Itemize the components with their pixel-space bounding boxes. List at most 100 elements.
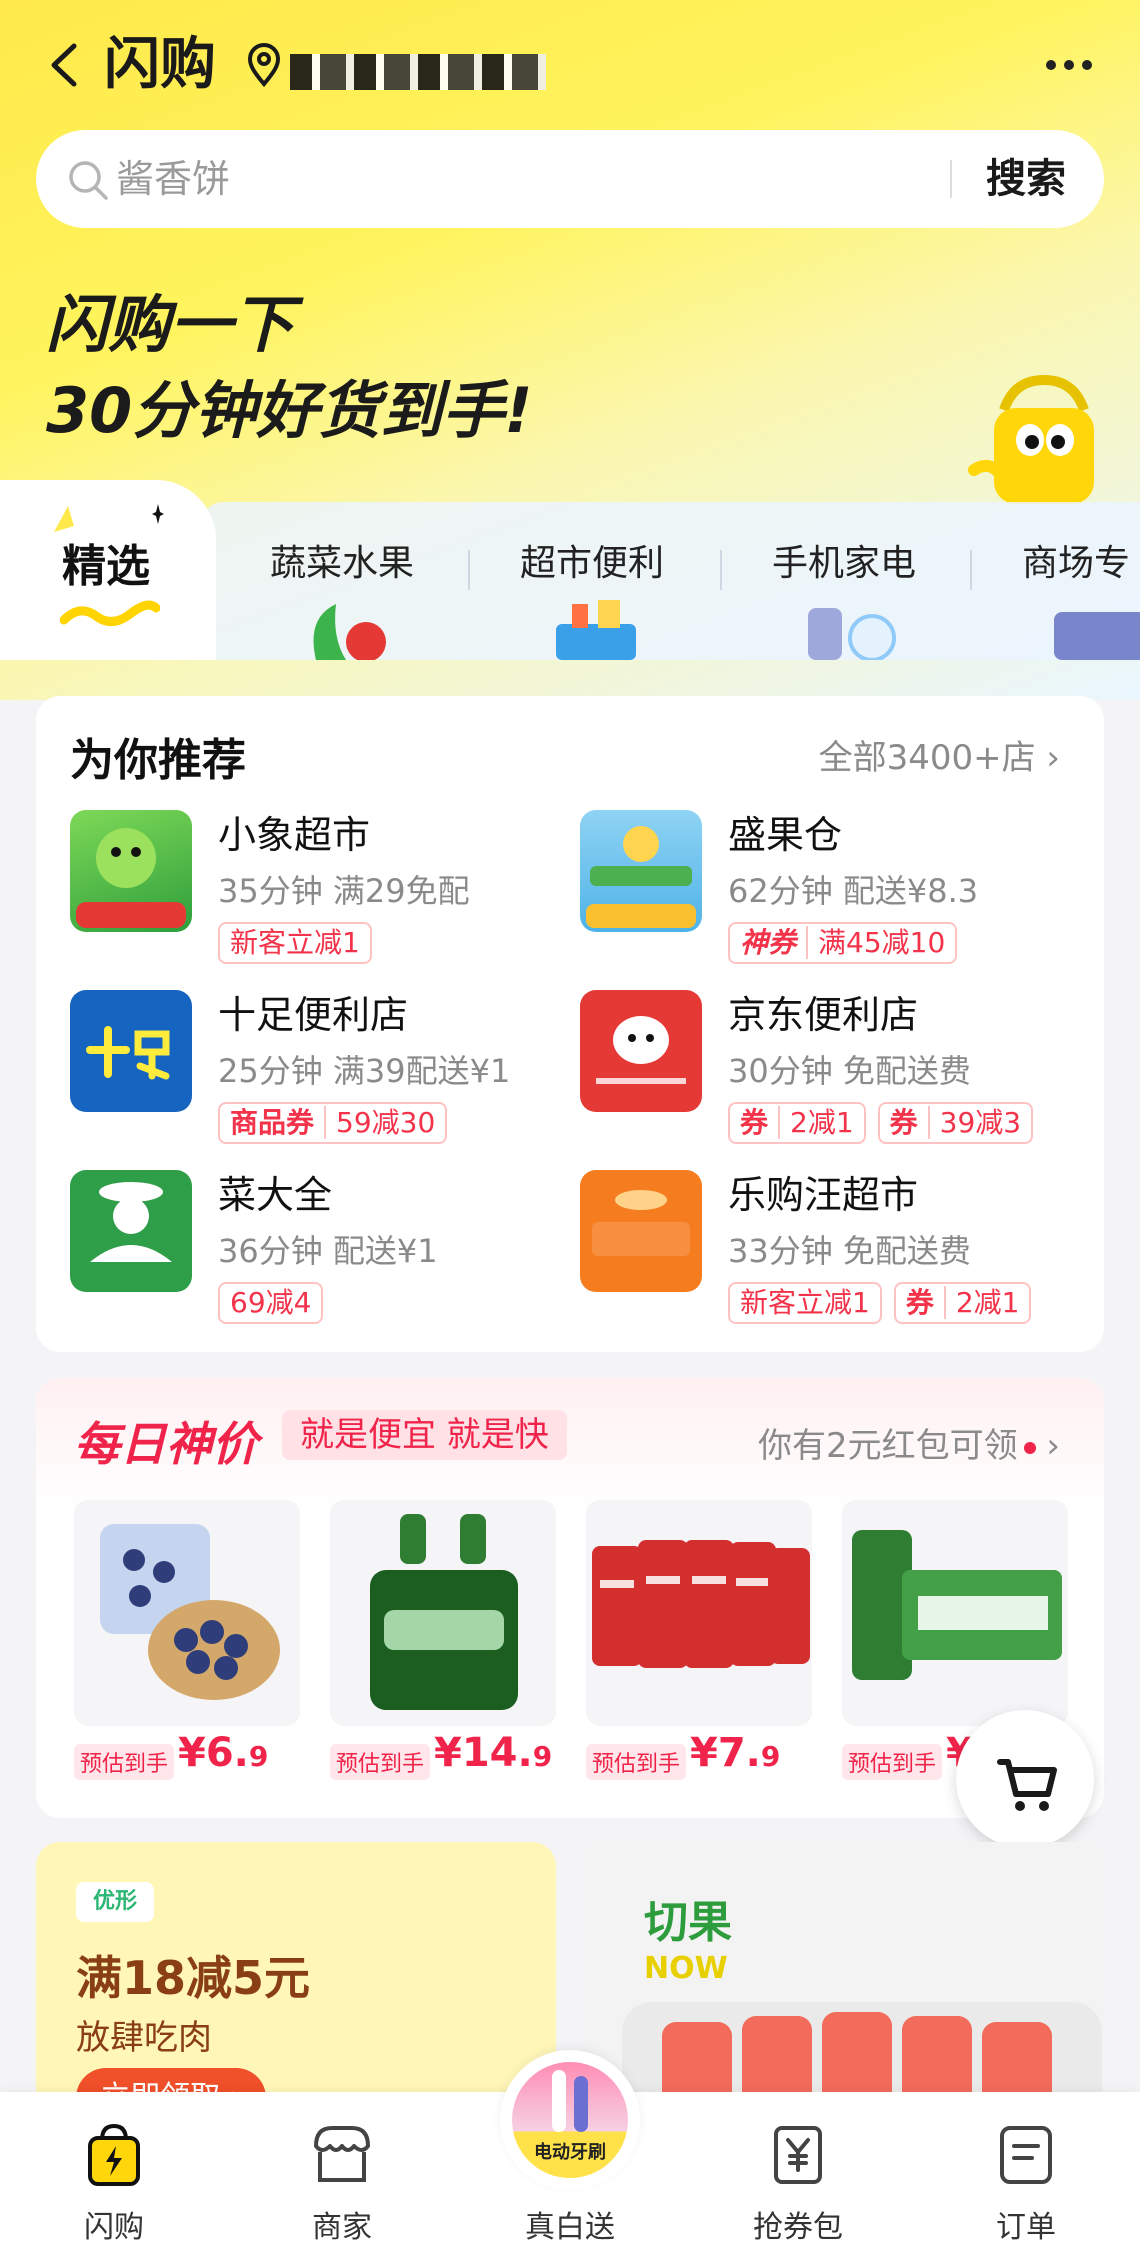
search-input[interactable] [116,154,916,204]
store-card[interactable]: 十足便利店 25分钟 满39配送¥1 商品券 59减30 [70,990,570,1150]
coupon-tag: 券 2减1 [893,1282,1032,1324]
red-packet-link[interactable]: 你有2元红包可领 › [758,1418,1060,1467]
blueberries-icon [100,1524,280,1700]
price-cents: 9 [760,1740,781,1773]
price-main: ¥14. [434,1730,533,1776]
search-divider [950,160,952,198]
price-label: 预估到手 [74,1744,175,1780]
nav-item-flash-buy[interactable]: 闪购 [14,2092,214,2247]
product-image [586,1500,812,1726]
daily-deals-title: 每日神价 [74,1417,258,1471]
farmer-icon [90,1182,172,1262]
location-address-redacted[interactable] [290,54,546,90]
search-icon [69,161,108,200]
recommend-title: 为你推荐 [70,735,246,786]
qieguo-logo-top: 切果 [644,1897,732,1948]
coupon-yuan-icon [774,2126,822,2184]
cart-button[interactable] [956,1710,1094,1848]
price-cents: 9 [248,1740,269,1773]
store-meta: 33分钟 免配送费 [728,1232,971,1270]
red-packet-text: 你有2元红包可领 [757,1426,1018,1466]
coupon-tag-text: 59减30 [336,1106,436,1139]
store-tags: 神券 满45减10 [728,922,969,964]
back-arrow-icon[interactable] [44,40,84,90]
discount-tag: 新客立减1 [218,922,372,964]
store-name: 盛果仓 [728,813,843,857]
coupon-tag-prefix: 券 [889,1106,930,1139]
nav-label: 真白送 [525,2210,615,2245]
promo-title: 满18减5元 [76,1951,311,2005]
elephant-mascot-icon [76,828,186,928]
beer-pack-icon [852,1530,1062,1680]
nav-label: 订单 [996,2210,1056,2245]
search-button[interactable]: 搜索 [986,150,1066,208]
shizu-logo-icon [86,1026,170,1080]
category-tabs: 精选 蔬菜水果 超市便利 手机家电 商场专 [0,480,1140,660]
search-bar[interactable]: 搜索 [36,130,1104,228]
product-card[interactable]: 预估到手 ¥6.9 [74,1500,300,1790]
tab-featured[interactable]: 精选 [0,480,216,660]
location-pin-icon[interactable] [244,42,284,88]
squiggle-underline-icon [60,600,160,626]
coupon-tag-prefix: 神券 [740,926,809,959]
store-name: 菜大全 [218,1173,333,1217]
store-card[interactable]: 乐购汪超市 33分钟 免配送费 新客立减1 券 2减1 [580,1170,1080,1330]
vegetables-icon [313,604,386,660]
nav-center-promo[interactable]: 电动牙刷 [500,2050,640,2190]
more-options-icon[interactable] [1046,60,1102,72]
store-meta: 35分钟 满29免配 [218,872,470,910]
product-image [842,1500,1068,1726]
nav-item-merchants[interactable]: 商家 [242,2092,442,2247]
flash-bag-icon [88,2123,140,2186]
coupon-tag-prefix: 券 [905,1286,946,1319]
coupon-tag-text: 2减1 [955,1286,1020,1319]
price-main: ¥6. [178,1730,249,1776]
price-label: 预估到手 [330,1744,431,1780]
store-meta: 25分钟 满39配送¥1 [218,1052,511,1090]
promo-subtitle: 放肆吃肉 [76,2018,212,2058]
coupon-tag: 商品券 59减30 [218,1102,448,1144]
store-card[interactable]: 京东便利店 30分钟 免配送费 券 2减1 券 39减3 [580,990,1080,1150]
store-card[interactable]: 盛果仓 62分钟 配送¥8.3 神券 满45减10 [580,810,1080,970]
tab-supermarket[interactable]: 超市便利 [520,534,664,586]
product-image [74,1500,300,1726]
nav-center-tag: 电动牙刷 [534,2142,606,2163]
store-card[interactable]: 小象超市 35分钟 满29免配 新客立减1 [70,810,570,970]
tab-divider [468,550,470,590]
coca-cola-cans-icon [592,1540,810,1668]
price-main: ¥7. [690,1730,761,1776]
store-logo [580,810,702,932]
product-card[interactable]: 预估到手 ¥14.9 [330,1500,556,1790]
coupon-tag-prefix: 商品券 [230,1106,327,1139]
shopping-basket-icon [556,600,636,660]
promo-card-cut-fruit[interactable]: 切果 NOW [582,1842,1104,2102]
coupon-tag: 券 2减1 [728,1102,866,1144]
slogan-line1: 闪购一下 [46,288,295,361]
tab-divider [970,550,972,590]
nav-item-orders[interactable]: 订单 [926,2092,1126,2247]
store-name: 京东便利店 [728,993,919,1037]
recommend-see-all-link[interactable]: 全部3400+店 › [819,730,1060,779]
coupon-tag: 券 39减3 [877,1102,1034,1144]
price-cents: 9 [532,1740,553,1773]
store-card[interactable]: 菜大全 36分钟 配送¥1 69减4 [70,1170,570,1330]
store-logo [70,990,192,1112]
product-card[interactable]: 预估到手 ¥7.9 [586,1500,812,1790]
price-label: 预估到手 [842,1744,943,1780]
tab-featured-label: 精选 [62,541,150,592]
store-name: 乐购汪超市 [728,1173,919,1217]
coupon-tag: 神券 满45减10 [728,922,958,964]
price-label: 预估到手 [586,1744,687,1780]
perrier-bottles-icon [370,1514,518,1710]
tab-phones-appliances[interactable]: 手机家电 [772,534,916,586]
nav-item-coupon-pack[interactable]: 抢券包 [698,2092,898,2247]
store-tags: 新客立减1 [218,922,384,964]
mall-icon [1054,612,1140,660]
slogan-line2: 30分钟好货到手! [46,374,533,447]
store-tags: 69减4 [218,1282,335,1324]
tab-mall[interactable]: 商场专 [1022,534,1130,586]
tab-vegetables-fruits[interactable]: 蔬菜水果 [270,534,414,586]
promo-card-meat[interactable]: 优形 满18减5元 放肆吃肉 立即领取 › [36,1842,556,2102]
coupon-tag-text: 39减3 [939,1106,1022,1139]
nav-label: 抢券包 [753,2210,843,2245]
